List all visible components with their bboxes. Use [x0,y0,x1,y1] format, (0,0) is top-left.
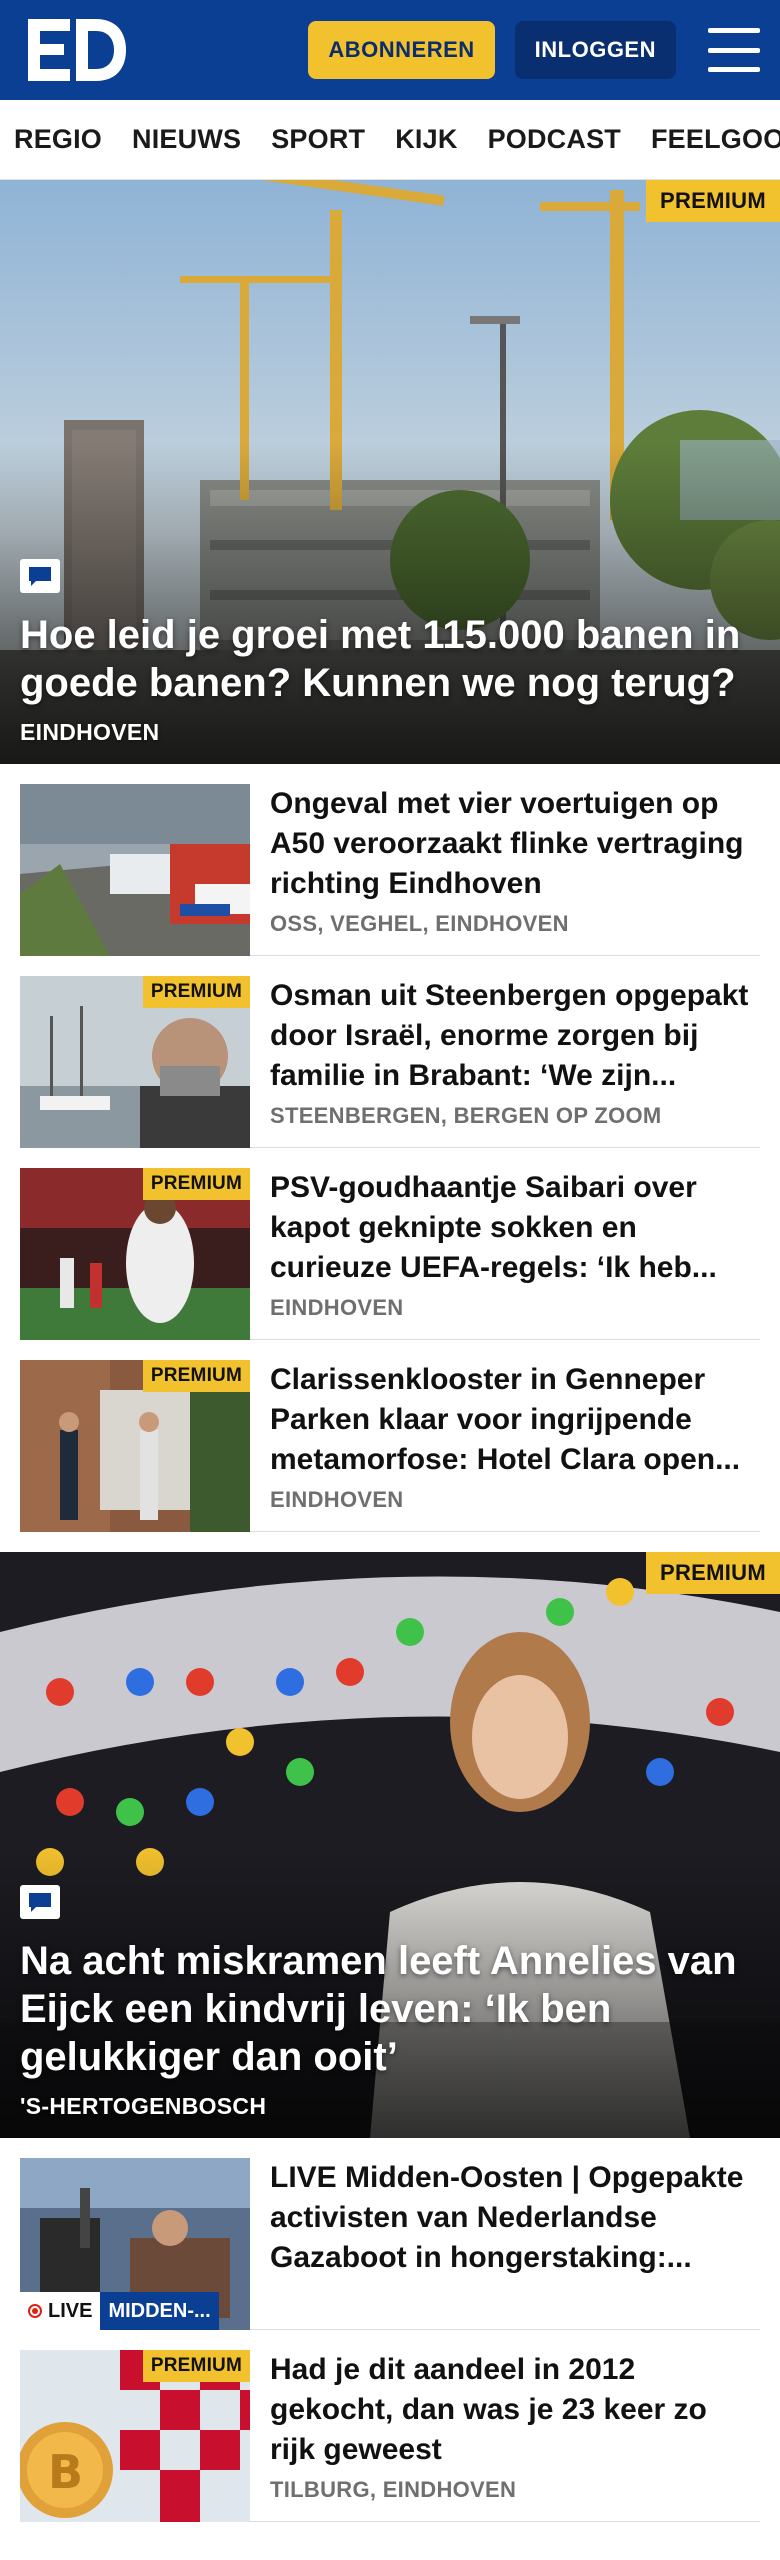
article-title[interactable]: PSV-goudhaantje Saibari over kapot gekni… [270,1168,760,1289]
subscribe-button[interactable]: ABONNEREN [308,21,495,79]
nav-item-sport[interactable]: SPORT [271,124,365,155]
premium-badge: PREMIUM [142,1360,250,1392]
article-title[interactable]: Osman uit Steenbergen opgepakt door Isra… [270,976,760,1097]
login-button[interactable]: INLOGGEN [514,21,676,79]
hero-text: Na acht miskramen leeft Annelies van Eij… [20,1885,760,2120]
main-navigation: REGIO NIEUWS SPORT KIJK PODCAST FEELGOOD [0,100,780,180]
article-location: OSS, VEGHEL, EINDHOVEN [270,910,569,936]
list-item[interactable]: PREMIUM Clarissenklooster in Genneper Pa… [20,1340,760,1532]
premium-badge: PREMIUM [142,976,250,1008]
article-body: Osman uit Steenbergen opgepakt door Isra… [270,976,760,1147]
nav-item-feelgood[interactable]: FEELGOOD [651,124,780,155]
article-title[interactable]: Ongeval met vier voertuigen op A50 veroo… [270,784,760,905]
article-location: TILBURG, EINDHOVEN [270,2476,517,2502]
live-indicator: LIVE [20,2292,101,2330]
site-header: ED ABONNEREN INLOGGEN [0,0,780,100]
premium-badge: PREMIUM [142,2350,250,2382]
nav-item-podcast[interactable]: PODCAST [488,124,621,155]
list-item[interactable]: PREMIUM PSV-goudhaantje Saibari over kap… [20,1148,760,1340]
hero-title[interactable]: Hoe leid je groei met 115.000 banen in g… [20,611,760,707]
article-thumbnail: PREMIUM [20,1360,250,1532]
live-topic: MIDDEN-... [100,2292,219,2330]
article-title[interactable]: LIVE Midden-Oosten | Opgepakte activiste… [270,2158,760,2279]
list-item[interactable]: B PREMIUM Had je dit aandeel in 2012 gek… [20,2330,760,2522]
hero-location: 'S-HERTOGENBOSCH [20,2093,267,2119]
article-thumbnail: PREMIUM [20,1168,250,1340]
hero-text: Hoe leid je groei met 115.000 banen in g… [20,559,760,746]
article-thumbnail [20,784,250,956]
hamburger-menu-icon[interactable] [708,28,760,72]
live-badge: LIVE MIDDEN-... [20,2292,219,2330]
list-item[interactable]: PREMIUM Osman uit Steenbergen opgepakt d… [20,956,760,1148]
hero-article-growth[interactable]: PREMIUM Hoe leid je groei met 115.000 ba… [0,180,780,764]
article-body: Clarissenklooster in Genneper Parken kla… [270,1360,760,1531]
nav-item-regio[interactable]: REGIO [14,124,102,155]
comment-icon [20,559,60,593]
article-body: LIVE Midden-Oosten | Opgepakte activiste… [270,2158,760,2329]
comment-icon [20,1885,60,1919]
article-title[interactable]: Clarissenklooster in Genneper Parken kla… [270,1360,760,1481]
article-body: Had je dit aandeel in 2012 gekocht, dan … [270,2350,760,2521]
article-body: PSV-goudhaantje Saibari over kapot gekni… [270,1168,760,1339]
article-list-2: LIVE MIDDEN-... LIVE Midden-Oosten | Opg… [0,2138,780,2522]
nav-item-nieuws[interactable]: NIEUWS [132,124,241,155]
live-dot-icon [28,2304,42,2318]
ed-logo-mark [28,19,126,81]
article-location: EINDHOVEN [270,1486,404,1512]
svg-text:B: B [48,2445,83,2499]
article-body: Ongeval met vier voertuigen op A50 veroo… [270,784,760,955]
article-location: STEENBERGEN, BERGEN OP ZOOM [270,1102,662,1128]
hero-title[interactable]: Na acht miskramen leeft Annelies van Eij… [20,1937,760,2081]
article-location: EINDHOVEN [270,1294,404,1320]
hero-location: EINDHOVEN [20,719,160,745]
hero-article-annelies[interactable]: PREMIUM Na acht miskramen leeft Annelies… [0,1552,780,2138]
article-title[interactable]: Had je dit aandeel in 2012 gekocht, dan … [270,2350,760,2471]
article-thumbnail: B PREMIUM [20,2350,250,2522]
live-label: LIVE [48,2299,93,2322]
article-list-1: Ongeval met vier voertuigen op A50 veroo… [0,764,780,1532]
premium-badge: PREMIUM [646,1552,780,1594]
list-item[interactable]: LIVE MIDDEN-... LIVE Midden-Oosten | Opg… [20,2138,760,2330]
premium-badge: PREMIUM [142,1168,250,1200]
list-item[interactable]: Ongeval met vier voertuigen op A50 veroo… [20,764,760,956]
header-actions: ABONNEREN INLOGGEN [308,21,760,79]
article-thumbnail: LIVE MIDDEN-... [20,2158,250,2330]
article-thumbnail: PREMIUM [20,976,250,1148]
nav-item-kijk[interactable]: KIJK [395,124,457,155]
premium-badge: PREMIUM [646,180,780,222]
ed-logo[interactable]: ED [28,19,126,81]
